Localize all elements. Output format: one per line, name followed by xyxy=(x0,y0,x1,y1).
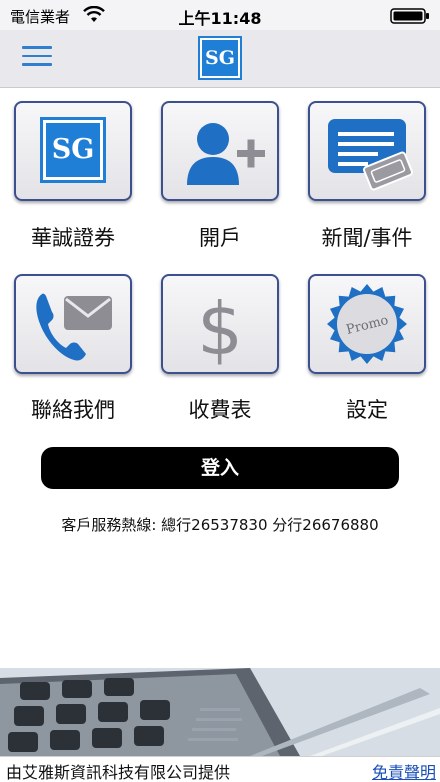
tile-label-news: 新聞/事件 xyxy=(321,226,413,250)
navigation-bar: SG xyxy=(0,30,440,88)
promo-badge-icon: Promo xyxy=(327,284,407,364)
tile-label-fee-schedule: 收費表 xyxy=(188,398,252,422)
svg-text:$: $ xyxy=(197,287,243,371)
customer-hotline: 客戶服務熱線: 總行26537830 分行26676880 xyxy=(61,516,379,534)
login-button[interactable]: 登入 xyxy=(41,447,399,489)
sg-logo-icon-text: SG xyxy=(46,123,100,177)
tile-open-account[interactable] xyxy=(161,101,279,201)
add-user-icon xyxy=(187,123,265,185)
tile-label-company: 華誠證券 xyxy=(31,226,115,250)
tile-news[interactable] xyxy=(308,101,426,201)
tile-label-contact: 聯絡我們 xyxy=(31,398,115,422)
phone-mail-icon xyxy=(36,293,112,361)
status-bar: 電信業者 上午11:48 xyxy=(0,0,440,30)
hamburger-menu-icon[interactable] xyxy=(22,46,52,72)
tile-contact[interactable] xyxy=(14,274,132,374)
dollar-icon: $ xyxy=(197,287,243,371)
footer-bar: 由艾雅斯資訊科技有限公司提供 免責聲明 xyxy=(0,756,440,782)
status-time: 上午11:48 xyxy=(178,9,262,28)
disclaimer-link[interactable]: 免責聲明 xyxy=(372,759,436,782)
tile-settings[interactable]: Promo xyxy=(308,274,426,374)
tile-label-settings: 設定 xyxy=(346,398,388,422)
battery-icon xyxy=(390,8,429,24)
tile-fee-schedule[interactable]: $ xyxy=(161,274,279,374)
sg-logo: SG xyxy=(198,36,242,80)
provider-text: 由艾雅斯資訊科技有限公司提供 xyxy=(6,763,231,782)
tile-company[interactable]: SG xyxy=(14,101,132,201)
sg-logo-icon: SG xyxy=(40,117,106,183)
footer-calculator-image xyxy=(0,668,440,756)
news-ticket-icon xyxy=(328,119,413,191)
tile-label-open-account: 開戶 xyxy=(199,226,241,250)
sg-logo-text: SG xyxy=(202,40,238,76)
